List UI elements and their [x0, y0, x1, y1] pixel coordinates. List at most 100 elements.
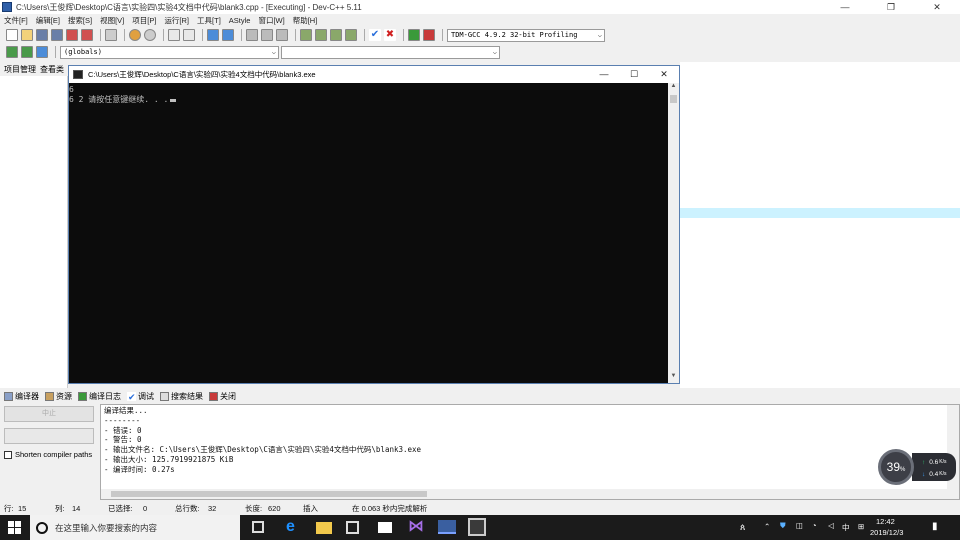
- clock-date[interactable]: 2019/12/3: [870, 528, 903, 537]
- save-all-icon[interactable]: [51, 29, 63, 41]
- console-taskbar-icon[interactable]: [468, 518, 486, 536]
- goto-definition-icon[interactable]: [21, 46, 33, 58]
- bookmark-list-icon[interactable]: [36, 46, 48, 58]
- usage-percent: 39: [886, 460, 900, 474]
- tab-search-results[interactable]: 搜索结果: [160, 391, 203, 402]
- close-all-icon[interactable]: [81, 29, 93, 41]
- ime-mode-icon[interactable]: ⊞: [858, 522, 864, 531]
- scroll-up-icon[interactable]: ▲: [668, 83, 679, 93]
- toggle-bookmark-icon[interactable]: [222, 29, 234, 41]
- scroll-thumb[interactable]: [111, 491, 427, 497]
- download-unit: K/s: [939, 471, 947, 477]
- search-results-icon: [160, 391, 169, 401]
- undo-icon[interactable]: [129, 29, 141, 41]
- print-icon[interactable]: [105, 29, 117, 41]
- menu-help[interactable]: 帮助[H]: [293, 15, 318, 26]
- abort-compilation-button[interactable]: 中止: [4, 406, 94, 422]
- project-tree-panel[interactable]: [0, 76, 68, 388]
- tab-close[interactable]: 关闭: [209, 391, 236, 402]
- compiler-select[interactable]: TDM-GCC 4.9.2 32-bit Profiling ⌵: [447, 28, 605, 42]
- scroll-thumb[interactable]: [670, 95, 677, 103]
- resource-monitor-widget[interactable]: ↑ 0.6 K/s ↓ 0.4 K/s 39%: [878, 449, 956, 485]
- profile-chart-icon[interactable]: [408, 29, 420, 41]
- devcpp-taskbar-icon[interactable]: [438, 520, 456, 534]
- file-explorer-icon[interactable]: [316, 522, 332, 534]
- menu-file[interactable]: 文件[F]: [4, 15, 28, 26]
- insert-icon[interactable]: [345, 29, 357, 41]
- tab-class-view[interactable]: 查看类: [40, 64, 64, 75]
- maximize-button[interactable]: ❐: [868, 0, 914, 14]
- tab-resources[interactable]: 资源: [45, 391, 72, 402]
- find-icon[interactable]: [168, 29, 180, 41]
- ime-indicator[interactable]: 中: [842, 522, 850, 533]
- clock-time[interactable]: 12:42: [876, 517, 895, 526]
- member-select[interactable]: ⌵: [281, 45, 500, 59]
- close-button[interactable]: ✕: [914, 0, 960, 14]
- tab-compiler[interactable]: 编译器: [4, 391, 39, 402]
- log-line: - 输出文件名: C:\Users\王俊辉\Desktop\C语言\实验四\实验…: [104, 445, 422, 455]
- chevron-up-icon[interactable]: ⌃: [764, 522, 770, 531]
- console-minimize-button[interactable]: —: [589, 66, 619, 83]
- people-icon[interactable]: ጰ: [740, 522, 745, 533]
- edge-browser-icon[interactable]: e: [286, 519, 302, 535]
- console-scrollbar[interactable]: ▲ ▼: [668, 83, 679, 383]
- checkbox-box[interactable]: [4, 450, 12, 459]
- menu-astyle[interactable]: AStyle: [229, 16, 251, 25]
- menu-edit[interactable]: 编辑[E]: [36, 15, 60, 26]
- shorten-paths-checkbox[interactable]: Shorten compiler paths: [4, 450, 96, 459]
- console-maximize-button[interactable]: ☐: [619, 66, 649, 83]
- defender-shield-icon[interactable]: ⛊: [780, 521, 786, 531]
- tab-project-manager[interactable]: 项目管理: [4, 64, 36, 75]
- replace-icon[interactable]: [183, 29, 195, 41]
- console-output[interactable]: 6 6 2 请按任意键继续. . .: [69, 83, 669, 383]
- goto-line-icon[interactable]: [207, 29, 219, 41]
- mail-icon[interactable]: [378, 522, 392, 533]
- wifi-icon[interactable]: ◔: [812, 521, 817, 530]
- tab-compile-log[interactable]: 编译日志: [78, 391, 121, 402]
- redo-icon[interactable]: [144, 29, 156, 41]
- menu-window[interactable]: 窗口[W]: [258, 15, 284, 26]
- toggle-comment-icon[interactable]: [276, 29, 288, 41]
- store-icon[interactable]: [346, 521, 359, 534]
- tab-label: 调试: [138, 391, 154, 401]
- compile-controls: 中止 Shorten compiler paths: [4, 406, 96, 488]
- indent-icon[interactable]: [246, 29, 258, 41]
- visual-studio-icon[interactable]: ⋈: [408, 519, 424, 535]
- project-options-icon[interactable]: [315, 29, 327, 41]
- scroll-down-icon[interactable]: ▼: [668, 373, 679, 383]
- network-icon[interactable]: ◫: [796, 521, 803, 530]
- console-title-bar[interactable]: C:\Users\王俊辉\Desktop\C语言\实验四\实验4文档中代码\bl…: [69, 66, 679, 83]
- menu-search[interactable]: 搜索[S]: [68, 15, 92, 26]
- new-project-icon[interactable]: [300, 29, 312, 41]
- console-close-button[interactable]: ✕: [649, 66, 679, 83]
- close-file-icon[interactable]: [66, 29, 78, 41]
- check-syntax-icon[interactable]: ✔: [369, 29, 381, 41]
- save-icon[interactable]: [36, 29, 48, 41]
- task-view-icon[interactable]: [252, 521, 264, 533]
- volume-icon[interactable]: ◁: [828, 521, 834, 530]
- open-file-icon[interactable]: [21, 29, 33, 41]
- tab-debug[interactable]: ✔ 调试: [127, 391, 154, 402]
- menu-tools[interactable]: 工具[T]: [197, 15, 221, 26]
- scope-select[interactable]: (globals) ⌵: [60, 45, 279, 59]
- log-horizontal-scrollbar[interactable]: [101, 489, 947, 499]
- console-line: 6 2 请按任意键继续. . .: [69, 95, 669, 105]
- unindent-icon[interactable]: [261, 29, 273, 41]
- stop-execution-icon[interactable]: ✖: [384, 29, 396, 41]
- new-file-icon[interactable]: [6, 29, 18, 41]
- notification-center-icon[interactable]: ▮: [932, 521, 938, 532]
- taskbar-search-box[interactable]: 在这里输入你要搜索的内容: [30, 515, 240, 540]
- code-editor[interactable]: [680, 62, 960, 388]
- menu-view[interactable]: 视图[V]: [100, 15, 124, 26]
- menu-run[interactable]: 运行[R]: [164, 15, 189, 26]
- minimize-button[interactable]: —: [822, 0, 868, 14]
- class-browser-icon[interactable]: [330, 29, 342, 41]
- chevron-down-icon: ⌵: [271, 47, 276, 56]
- compiler-select-value: TDM-GCC 4.9.2 32-bit Profiling: [451, 30, 578, 39]
- start-windows-icon[interactable]: [8, 521, 21, 534]
- profile-delete-icon[interactable]: [423, 29, 435, 41]
- compile-log[interactable]: 编译结果... -------- - 错误: 0 - 警告: 0 - 输出文件名…: [100, 404, 960, 500]
- insert-include-icon[interactable]: [6, 46, 18, 58]
- menu-project[interactable]: 项目[P]: [132, 15, 156, 26]
- console-window[interactable]: C:\Users\王俊辉\Desktop\C语言\实验四\实验4文档中代码\bl…: [68, 65, 680, 384]
